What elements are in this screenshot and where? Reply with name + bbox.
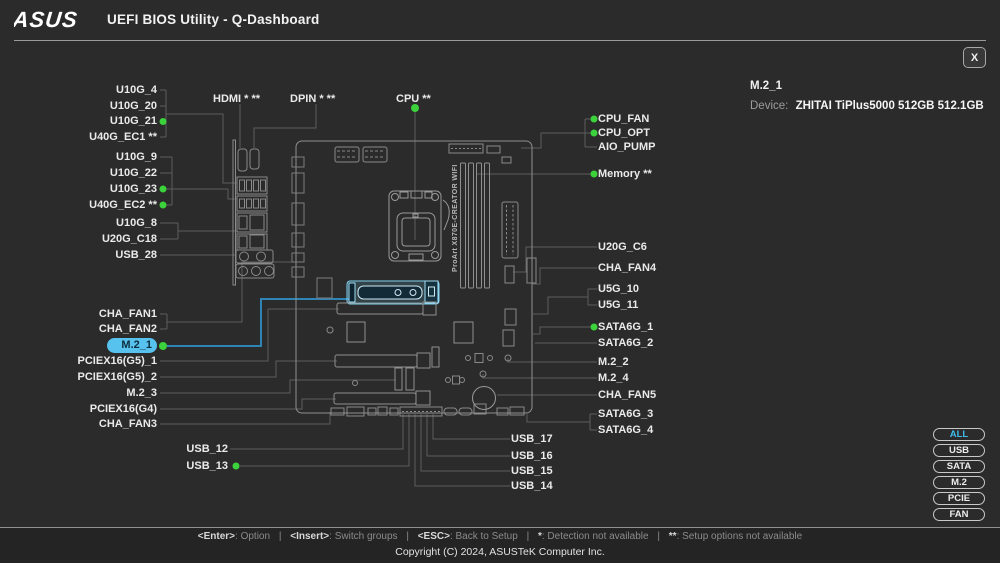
ram-slots bbox=[461, 163, 490, 288]
port-label-u5g-11[interactable]: U5G_11 bbox=[598, 298, 638, 312]
filter-button-pcie[interactable]: PCIE bbox=[933, 492, 985, 505]
port-label-m2-2[interactable]: M.2_2 bbox=[598, 355, 629, 369]
filter-button-usb[interactable]: USB bbox=[933, 444, 985, 457]
motherboard-diagram: ProArt X870E-CREATOR WIFI bbox=[0, 0, 1000, 527]
port-label-sata6g-2[interactable]: SATA6G_2 bbox=[598, 336, 653, 350]
port-label-cpu-opt[interactable]: CPU_OPT bbox=[598, 126, 650, 140]
right-edge-headers bbox=[503, 258, 536, 346]
port-label-cha-fan3[interactable]: CHA_FAN3 bbox=[99, 417, 157, 431]
port-label-m2-4[interactable]: M.2_4 bbox=[598, 371, 629, 385]
port-label-u40g-ec2[interactable]: U40G_EC2 ** bbox=[89, 198, 157, 212]
device-info-prefix: Device: bbox=[750, 100, 788, 112]
copyright-text: Copyright (C) 2024, ASUSTeK Computer Inc… bbox=[0, 546, 1000, 558]
hint-key-insert: <Insert> bbox=[290, 531, 329, 542]
port-label-usb-15[interactable]: USB_15 bbox=[511, 464, 553, 478]
filter-button-m2[interactable]: M.2 bbox=[933, 476, 985, 489]
port-label-u10g-21[interactable]: U10G_21 bbox=[110, 114, 157, 128]
port-label-cha-fan2[interactable]: CHA_FAN2 bbox=[99, 322, 157, 336]
board-name: ProArt X870E-CREATOR WIFI bbox=[452, 164, 459, 272]
dp-port bbox=[250, 149, 259, 169]
hdmi-port bbox=[238, 149, 247, 171]
port-label-cha-fan4[interactable]: CHA_FAN4 bbox=[598, 261, 656, 275]
port-label-pciex16-g5-2[interactable]: PCIEX16(G5)_2 bbox=[78, 370, 157, 384]
port-label-u10g-9[interactable]: U10G_9 bbox=[116, 150, 157, 164]
device-info: Device: ZHITAI TiPlus5000 512GB 512.1GB bbox=[750, 100, 984, 112]
port-label-cha-fan1[interactable]: CHA_FAN1 bbox=[99, 307, 157, 321]
port-label-sata6g-3[interactable]: SATA6G_3 bbox=[598, 407, 653, 421]
port-label-u10g-23[interactable]: U10G_23 bbox=[110, 182, 157, 196]
port-label-m2-1-selected[interactable]: M.2_1 bbox=[107, 338, 157, 353]
port-label-cha-fan5[interactable]: CHA_FAN5 bbox=[598, 388, 656, 402]
port-label-aio-pump[interactable]: AIO_PUMP bbox=[598, 140, 655, 154]
port-label-u10g-8[interactable]: U10G_8 bbox=[116, 216, 157, 230]
expansion-slots bbox=[334, 302, 473, 405]
footer: <Enter>: Option | <Insert>: Switch group… bbox=[0, 527, 1000, 563]
hint-key-enter: <Enter> bbox=[198, 531, 235, 542]
sata-port bbox=[444, 408, 457, 415]
cmos-battery bbox=[473, 387, 496, 410]
port-label-u10g-4[interactable]: U10G_4 bbox=[116, 83, 157, 97]
port-label-usb-13[interactable]: USB_13 bbox=[186, 459, 228, 473]
port-label-m2-3[interactable]: M.2_3 bbox=[126, 386, 157, 400]
device-info-value: ZHITAI TiPlus5000 512GB 512.1GB bbox=[796, 100, 984, 112]
port-label-usb-17[interactable]: USB_17 bbox=[511, 432, 553, 446]
port-label-u40g-ec1[interactable]: U40G_EC1 ** bbox=[89, 130, 157, 144]
filter-button-all[interactable]: ALL bbox=[933, 428, 985, 441]
lan-port bbox=[250, 215, 264, 230]
filter-button-sata[interactable]: SATA bbox=[933, 460, 985, 473]
port-label-usb-12[interactable]: USB_12 bbox=[186, 442, 228, 456]
port-label-u10g-20[interactable]: U10G_20 bbox=[110, 99, 157, 113]
m2-1-slot-highlighted bbox=[347, 281, 439, 304]
selected-port-name: M.2_1 bbox=[750, 80, 782, 92]
port-label-u20g-c18[interactable]: U20G_C18 bbox=[102, 232, 157, 246]
port-label-hdmi[interactable]: HDMI * ** bbox=[213, 92, 260, 106]
port-label-pciex16-g5-1[interactable]: PCIEX16(G5)_1 bbox=[78, 354, 157, 368]
port-label-sata6g-4[interactable]: SATA6G_4 bbox=[598, 423, 653, 437]
eps-connectors bbox=[335, 144, 511, 163]
hint-key-double-asterisk: ** bbox=[669, 531, 677, 542]
key-hints: <Enter>: Option | <Insert>: Switch group… bbox=[0, 531, 1000, 542]
port-label-sata6g-1[interactable]: SATA6G_1 bbox=[598, 320, 653, 334]
port-label-usb-14[interactable]: USB_14 bbox=[511, 479, 553, 493]
rear-io-panel bbox=[233, 140, 274, 285]
port-label-memory[interactable]: Memory ** bbox=[598, 167, 652, 181]
port-label-u5g-10[interactable]: U5G_10 bbox=[598, 282, 639, 296]
board-artwork: ProArt X870E-CREATOR WIFI bbox=[0, 0, 1000, 527]
port-label-dpin[interactable]: DPIN * ** bbox=[290, 92, 335, 106]
port-label-u10g-22[interactable]: U10G_22 bbox=[110, 166, 157, 180]
port-label-cpu[interactable]: CPU ** bbox=[396, 92, 431, 106]
standoffs bbox=[327, 327, 511, 386]
sata-port bbox=[459, 408, 472, 415]
hint-key-esc: <ESC> bbox=[418, 531, 450, 542]
atx-24pin bbox=[502, 202, 518, 258]
filter-button-group: ALL USB SATA M.2 PCIE FAN bbox=[933, 428, 985, 524]
port-label-usb-28[interactable]: USB_28 bbox=[115, 248, 157, 262]
cpu-socket bbox=[389, 191, 449, 261]
filter-button-fan[interactable]: FAN bbox=[933, 508, 985, 521]
port-label-u20g-c6[interactable]: U20G_C6 bbox=[598, 240, 647, 254]
q-dashboard-screen: ASUS UEFI BIOS Utility - Q-Dashboard X bbox=[0, 0, 1000, 563]
port-label-pciex16-g4[interactable]: PCIEX16(G4) bbox=[90, 402, 157, 416]
port-label-usb-16[interactable]: USB_16 bbox=[511, 449, 553, 463]
port-label-cpu-fan[interactable]: CPU_FAN bbox=[598, 112, 649, 126]
